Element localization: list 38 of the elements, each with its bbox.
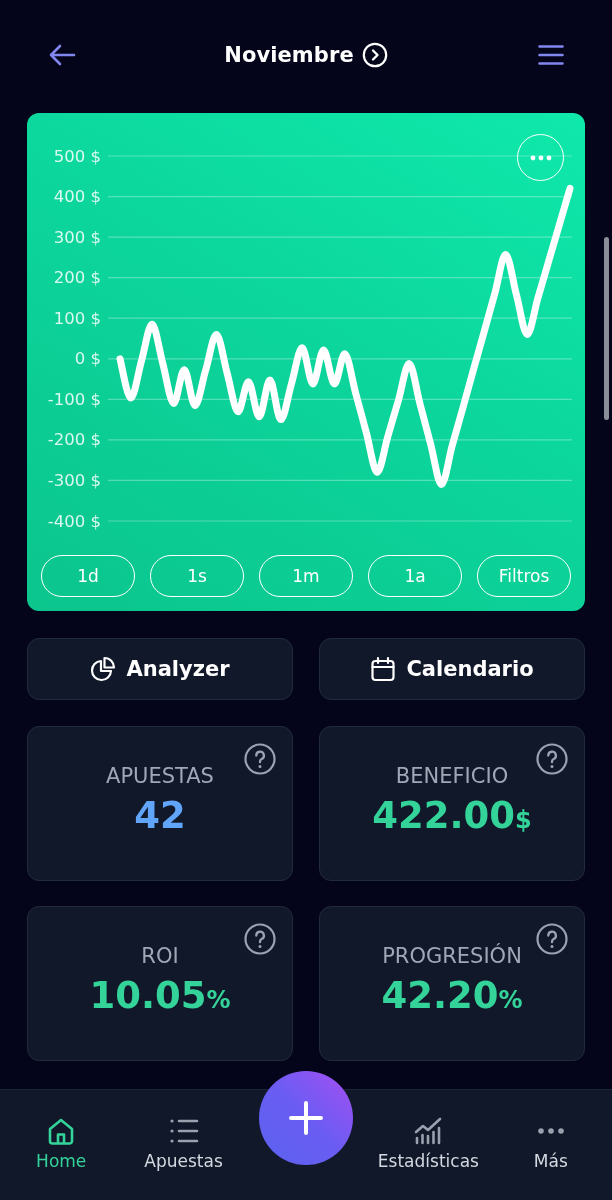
pie-chart-icon <box>90 656 117 682</box>
y-axis-label: 100 $ <box>53 308 101 328</box>
y-axis-label: 400 $ <box>53 187 101 207</box>
stat-value: 422.00$ <box>372 793 532 839</box>
y-axis-label: 300 $ <box>53 227 101 247</box>
y-axis-label: -400 $ <box>47 511 101 531</box>
stat-value: 42.20% <box>381 973 523 1019</box>
help-icon[interactable] <box>244 743 276 775</box>
help-icon[interactable] <box>536 923 568 955</box>
calendar-icon <box>370 656 397 682</box>
y-axis-label: 500 $ <box>53 146 101 166</box>
help-icon[interactable] <box>244 923 276 955</box>
more-icon <box>529 154 552 161</box>
bar-chart-icon <box>413 1116 444 1146</box>
nav-item[interactable]: Home <box>36 1090 87 1171</box>
menu-icon[interactable] <box>538 44 564 66</box>
y-axis-label: -300 $ <box>47 470 101 490</box>
nav-item[interactable]: Apuestas <box>144 1090 223 1171</box>
stat-label: APUESTAS <box>106 763 214 789</box>
nav-item[interactable]: Estadísticas <box>377 1090 479 1171</box>
more-icon <box>537 1128 564 1134</box>
next-month-icon[interactable] <box>361 42 388 68</box>
plus-icon <box>289 1101 323 1135</box>
stat-value: 42 <box>134 793 186 839</box>
y-axis-label: 0 $ <box>74 349 101 369</box>
y-axis-label: -100 $ <box>47 389 101 409</box>
y-axis-label: -200 $ <box>47 430 101 450</box>
month-title: Noviembre <box>224 43 354 67</box>
help-icon[interactable] <box>536 743 568 775</box>
stat-label: BENEFICIO <box>395 763 509 789</box>
y-axis-label: 200 $ <box>53 268 101 288</box>
analyzer-button[interactable]: Analyzer <box>27 638 293 700</box>
stat-value: 10.05% <box>89 973 231 1019</box>
nav-item[interactable]: Más <box>533 1090 568 1171</box>
stat-label: ROI <box>141 943 179 969</box>
stat-label: PROGRESIÓN <box>382 943 522 969</box>
calendar-button[interactable]: Calendario <box>319 638 585 700</box>
back-arrow-icon[interactable] <box>48 43 76 67</box>
